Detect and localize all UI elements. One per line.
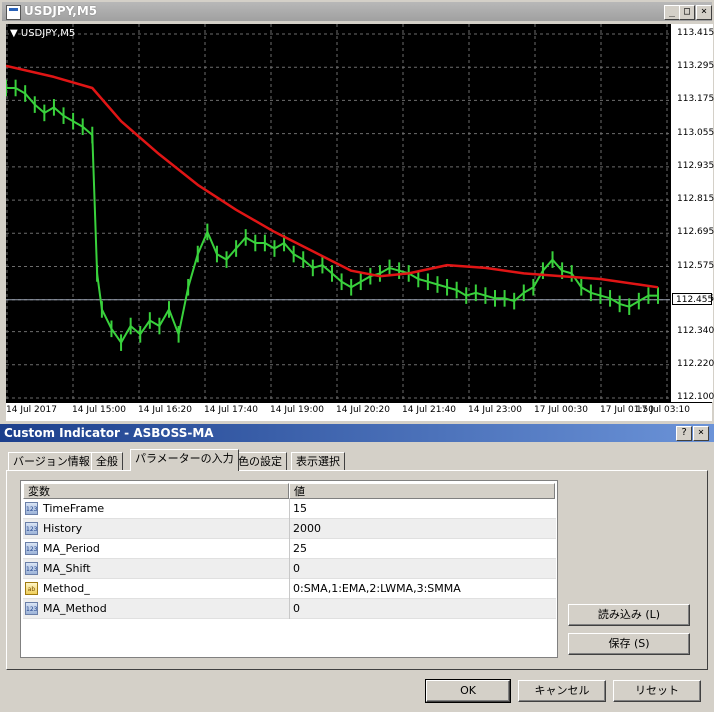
time-tick-label: 17 Jul 03:10 bbox=[636, 405, 690, 415]
price-tick-label: 113.175 bbox=[677, 94, 714, 105]
time-tick-label: 14 Jul 16:20 bbox=[138, 405, 192, 415]
price-chart-svg bbox=[5, 24, 670, 402]
param-value[interactable]: 25 bbox=[293, 542, 307, 555]
table-row[interactable]: 123 MA_Shift 0 bbox=[23, 559, 556, 579]
help-button[interactable]: ? bbox=[676, 426, 692, 441]
cancel-button[interactable]: キャンセル bbox=[518, 680, 606, 702]
param-value[interactable]: 0:SMA,1:EMA,2:LWMA,3:SMMA bbox=[293, 582, 461, 595]
time-tick-label: 14 Jul 17:40 bbox=[204, 405, 258, 415]
price-series-line bbox=[6, 87, 658, 344]
table-row[interactable]: 123 TimeFrame 15 bbox=[23, 499, 556, 519]
param-value[interactable]: 2000 bbox=[293, 522, 321, 535]
column-divider bbox=[289, 599, 290, 619]
load-button[interactable]: 読み込み (L) bbox=[568, 604, 690, 626]
param-name: MA_Period bbox=[43, 542, 100, 555]
tab-general[interactable]: 全般 bbox=[91, 452, 123, 470]
restore-button[interactable]: □ bbox=[679, 5, 695, 20]
table-row[interactable]: 123 MA_Method 0 bbox=[23, 599, 556, 619]
integer-type-icon: 123 bbox=[25, 542, 38, 555]
chart-window: USDJPY,M5 _ □ × ▼ USDJPY,M5 113.415 113.2… bbox=[0, 0, 714, 424]
minimize-button[interactable]: _ bbox=[664, 5, 680, 20]
time-tick-label: 14 Jul 23:00 bbox=[468, 405, 522, 415]
tab-version-info[interactable]: バージョン情報 bbox=[8, 452, 95, 470]
time-tick-label: 14 Jul 21:40 bbox=[402, 405, 456, 415]
tab-input-parameters[interactable]: パラメーターの入力 bbox=[130, 449, 239, 471]
time-tick-label: 14 Jul 20:20 bbox=[336, 405, 390, 415]
param-value[interactable]: 0 bbox=[293, 562, 300, 575]
price-tick-label: 112.935 bbox=[677, 160, 714, 171]
param-name: MA_Method bbox=[43, 602, 107, 615]
table-row[interactable]: 123 MA_Period 25 bbox=[23, 539, 556, 559]
ok-button[interactable]: OK bbox=[425, 679, 511, 703]
time-axis: 14 Jul 2017 14 Jul 15:00 14 Jul 16:20 14 Ju… bbox=[6, 402, 712, 421]
param-value[interactable]: 0 bbox=[293, 602, 300, 615]
custom-indicator-dialog: Custom Indicator - ASBOSS-MA ? × バージョン情報… bbox=[0, 424, 714, 712]
time-tick-label: 14 Jul 2017 bbox=[6, 405, 57, 415]
integer-type-icon: 123 bbox=[25, 602, 38, 615]
save-button[interactable]: 保存 (S) bbox=[568, 633, 690, 655]
close-button[interactable]: × bbox=[696, 5, 712, 20]
price-tick-label: 112.340 bbox=[677, 325, 714, 336]
price-tick-label: 112.695 bbox=[677, 227, 714, 238]
price-tick-label: 113.415 bbox=[677, 28, 714, 38]
price-chart[interactable]: ▼ USDJPY,M5 bbox=[5, 24, 670, 402]
time-tick-label: 14 Jul 15:00 bbox=[72, 405, 126, 415]
dialog-close-button[interactable]: × bbox=[693, 426, 709, 441]
price-axis: 113.415 113.295 113.175 113.055 112.935 112.8… bbox=[670, 24, 714, 402]
column-header-value[interactable]: 値 bbox=[289, 483, 555, 499]
price-tick-label: 112.220 bbox=[677, 358, 714, 369]
price-tick-label: 113.055 bbox=[677, 127, 714, 138]
param-name: History bbox=[43, 522, 83, 535]
moving-average-line bbox=[5, 64, 659, 289]
time-tick-label: 14 Jul 19:00 bbox=[270, 405, 324, 415]
column-divider bbox=[289, 519, 290, 539]
chart-titlebar[interactable]: USDJPY,M5 _ □ × bbox=[2, 2, 712, 21]
price-tick-label: 112.815 bbox=[677, 194, 714, 205]
reset-button[interactable]: リセット bbox=[613, 680, 701, 702]
price-tick-label: 112.100 bbox=[677, 392, 714, 402]
string-type-icon: ab bbox=[25, 582, 38, 595]
integer-type-icon: 123 bbox=[25, 522, 38, 535]
parameters-table: 変数 値 123 TimeFrame 15 123 History 2000 1… bbox=[20, 480, 558, 658]
chart-window-icon bbox=[6, 5, 21, 20]
chart-symbol-label: ▼ USDJPY,M5 bbox=[10, 28, 76, 39]
param-name: TimeFrame bbox=[43, 502, 105, 515]
column-divider bbox=[289, 499, 290, 519]
tab-colors[interactable]: 色の設定 bbox=[233, 452, 287, 470]
column-divider bbox=[289, 559, 290, 579]
chart-symbol-text: USDJPY,M5 bbox=[20, 28, 76, 39]
column-divider bbox=[289, 539, 290, 559]
column-divider bbox=[289, 579, 290, 599]
table-row[interactable]: ab Method_ 0:SMA,1:EMA,2:LWMA,3:SMMA bbox=[23, 579, 556, 599]
param-value[interactable]: 15 bbox=[293, 502, 307, 515]
chart-window-title: USDJPY,M5 bbox=[24, 4, 98, 18]
param-name: MA_Shift bbox=[43, 562, 91, 575]
table-row[interactable]: 123 History 2000 bbox=[23, 519, 556, 539]
price-tick-label: 113.295 bbox=[677, 61, 714, 72]
param-name: Method_ bbox=[43, 582, 90, 595]
column-header-variable[interactable]: 変数 bbox=[23, 483, 289, 499]
current-price-label: 112.455 bbox=[672, 292, 713, 305]
time-tick-label: 17 Jul 00:30 bbox=[534, 405, 588, 415]
integer-type-icon: 123 bbox=[25, 502, 38, 515]
dialog-title: Custom Indicator - ASBOSS-MA bbox=[4, 426, 214, 440]
tab-visualization[interactable]: 表示選択 bbox=[291, 452, 345, 470]
price-tick-label: 112.575 bbox=[677, 260, 714, 271]
dialog-titlebar[interactable]: Custom Indicator - ASBOSS-MA ? × bbox=[0, 424, 714, 442]
integer-type-icon: 123 bbox=[25, 562, 38, 575]
